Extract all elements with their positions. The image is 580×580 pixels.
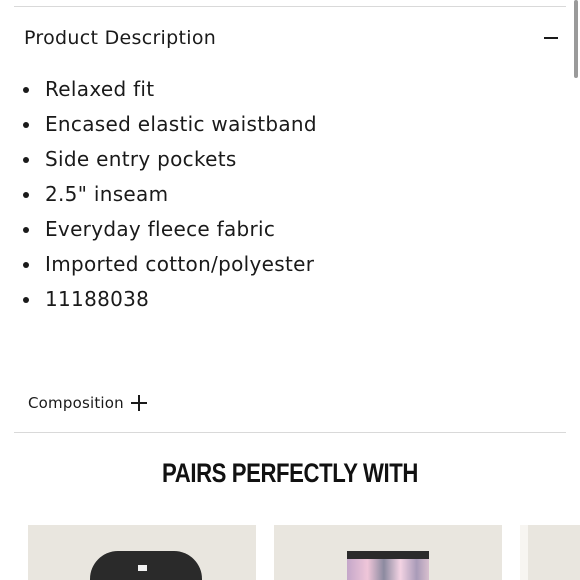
list-item: Side entry pockets	[20, 142, 317, 177]
list-item: Encased elastic waistband	[20, 107, 317, 142]
product-card-shorts[interactable]	[274, 525, 502, 580]
product-card-partial[interactable]	[520, 525, 580, 580]
product-description-list: Relaxed fit Encased elastic waistband Si…	[20, 72, 317, 317]
list-item-text: 11188038	[45, 287, 150, 311]
list-item-text: Side entry pockets	[45, 147, 237, 171]
bullet-icon	[23, 297, 29, 303]
bullet-icon	[23, 87, 29, 93]
list-item: 2.5" inseam	[20, 177, 317, 212]
garment-tag	[138, 565, 147, 571]
bullet-icon	[23, 157, 29, 163]
bullet-icon	[23, 192, 29, 198]
list-item: Imported cotton/polyester	[20, 247, 317, 282]
composition-toggle[interactable]: Composition	[28, 390, 147, 416]
product-details-page: Product Description Relaxed fit Encased …	[0, 0, 580, 580]
list-item: Everyday fleece fabric	[20, 212, 317, 247]
pairs-perfectly-with-heading: PAIRS PERFECTLY WITH	[162, 458, 418, 488]
product-description-header[interactable]: Product Description	[24, 22, 558, 54]
list-item: Relaxed fit	[20, 72, 317, 107]
top-divider	[14, 6, 566, 7]
product-card-sweatshirt[interactable]	[28, 525, 256, 580]
list-item: 11188038	[20, 282, 317, 317]
scrollbar[interactable]	[574, 0, 578, 78]
list-item-text: Relaxed fit	[45, 77, 155, 101]
bullet-icon	[23, 262, 29, 268]
composition-label: Composition	[28, 394, 124, 412]
list-item-text: 2.5" inseam	[45, 182, 169, 206]
section-divider	[14, 432, 566, 433]
list-item-text: Everyday fleece fabric	[45, 217, 276, 241]
minus-icon[interactable]	[544, 37, 558, 39]
product-description-title: Product Description	[24, 27, 217, 49]
bullet-icon	[23, 122, 29, 128]
bullet-icon	[23, 227, 29, 233]
list-item-text: Encased elastic waistband	[45, 112, 317, 136]
waistband	[347, 551, 429, 559]
plus-icon[interactable]	[130, 395, 147, 411]
list-item-text: Imported cotton/polyester	[45, 252, 315, 276]
card-edge	[520, 525, 528, 580]
